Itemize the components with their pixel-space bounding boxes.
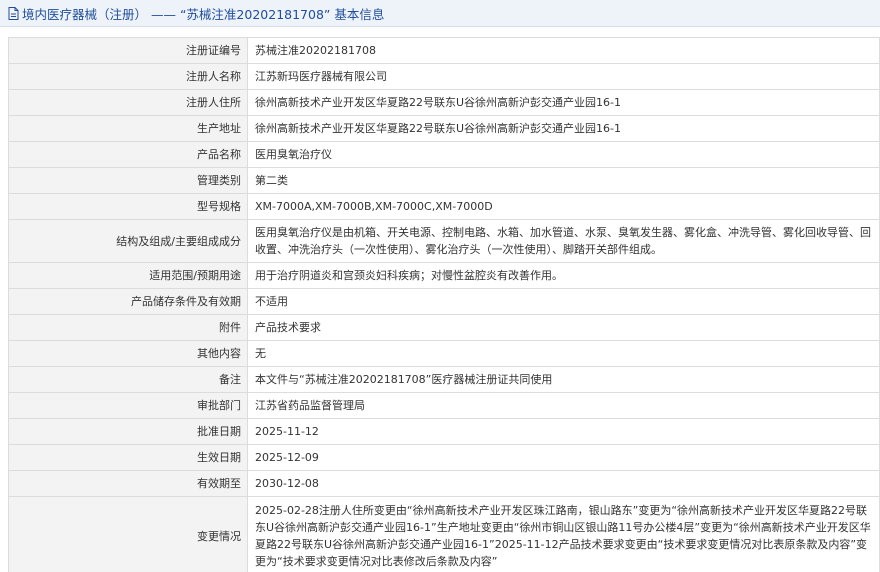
field-label: 其他内容 bbox=[8, 340, 248, 367]
field-value: 2025-12-09 bbox=[247, 444, 880, 471]
table-row: 型号规格 XM-7000A,XM-7000B,XM-7000C,XM-7000D bbox=[8, 193, 880, 220]
table-row: 生效日期 2025-12-09 bbox=[8, 444, 880, 471]
table-row: 产品名称 医用臭氧治疗仪 bbox=[8, 141, 880, 168]
field-label: 结构及组成/主要组成成分 bbox=[8, 219, 248, 263]
field-value: 2025-11-12 bbox=[247, 418, 880, 445]
field-value: 徐州高新技术产业开发区华夏路22号联东U谷徐州高新沪彭交通产业园16-1 bbox=[247, 89, 880, 116]
field-value: 2025-02-28注册人住所变更由“徐州高新技术产业开发区珠江路南，银山路东”… bbox=[247, 496, 880, 572]
table-row: 适用范围/预期用途 用于治疗阴道炎和宫颈炎妇科疾病；对慢性盆腔炎有改善作用。 bbox=[8, 262, 880, 289]
table-row: 注册人名称 江苏新玛医疗器械有限公司 bbox=[8, 63, 880, 90]
table-row: 结构及组成/主要组成成分 医用臭氧治疗仪是由机箱、开关电源、控制电路、水箱、加水管… bbox=[8, 219, 880, 263]
field-label: 审批部门 bbox=[8, 392, 248, 419]
field-value: 江苏新玛医疗器械有限公司 bbox=[247, 63, 880, 90]
table-row: 管理类别 第二类 bbox=[8, 167, 880, 194]
field-label: 备注 bbox=[8, 366, 248, 393]
table-row: 注册人住所 徐州高新技术产业开发区华夏路22号联东U谷徐州高新沪彭交通产业园16-… bbox=[8, 89, 880, 116]
table-row: 其他内容无 bbox=[8, 340, 880, 367]
field-label: 生效日期 bbox=[8, 444, 248, 471]
field-label: 有效期至 bbox=[8, 470, 248, 497]
field-label: 批准日期 bbox=[8, 418, 248, 445]
field-label: 变更情况 bbox=[8, 496, 248, 572]
table-row: 批准日期 2025-11-12 bbox=[8, 418, 880, 445]
table-row: 变更情况 2025-02-28注册人住所变更由“徐州高新技术产业开发区珠江路南，银… bbox=[8, 496, 880, 572]
registration-info-table: 注册证编号 苏械注准20202181708 注册人名称 江苏新玛医疗器械有限公司 注册人… bbox=[8, 37, 880, 572]
field-label: 管理类别 bbox=[8, 167, 248, 194]
field-value: 产品技术要求 bbox=[247, 314, 880, 341]
table-row: 注册证编号 苏械注准20202181708 bbox=[8, 37, 880, 64]
field-label: 型号规格 bbox=[8, 193, 248, 220]
field-label: 注册人名称 bbox=[8, 63, 248, 90]
table-row: 有效期至 2030-12-08 bbox=[8, 470, 880, 497]
field-value: 2030-12-08 bbox=[247, 470, 880, 497]
field-label: 附件 bbox=[8, 314, 248, 341]
document-icon bbox=[8, 6, 19, 20]
field-label: 注册证编号 bbox=[8, 37, 248, 64]
table-row: 产品储存条件及有效期 不适用 bbox=[8, 288, 880, 315]
field-value: 江苏省药品监督管理局 bbox=[247, 392, 880, 419]
table-row: 附件 产品技术要求 bbox=[8, 314, 880, 341]
field-value: 无 bbox=[247, 340, 880, 367]
field-label: 注册人住所 bbox=[8, 89, 248, 116]
field-value: 本文件与“苏械注准20202181708”医疗器械注册证共同使用 bbox=[247, 366, 880, 393]
field-value: 苏械注准20202181708 bbox=[247, 37, 880, 64]
field-label: 生产地址 bbox=[8, 115, 248, 142]
page-title: 境内医疗器械（注册） —— “苏械注准20202181708” 基本信息 bbox=[22, 6, 385, 22]
table-row: 生产地址 徐州高新技术产业开发区华夏路22号联东U谷徐州高新沪彭交通产业园16-1 bbox=[8, 115, 880, 142]
field-value: 徐州高新技术产业开发区华夏路22号联东U谷徐州高新沪彭交通产业园16-1 bbox=[247, 115, 880, 142]
field-value: 第二类 bbox=[247, 167, 880, 194]
field-value: 医用臭氧治疗仪 bbox=[247, 141, 880, 168]
field-value: 不适用 bbox=[247, 288, 880, 315]
field-value: XM-7000A,XM-7000B,XM-7000C,XM-7000D bbox=[247, 193, 880, 220]
table-row: 审批部门 江苏省药品监督管理局 bbox=[8, 392, 880, 419]
field-label: 适用范围/预期用途 bbox=[8, 262, 248, 289]
field-value: 用于治疗阴道炎和宫颈炎妇科疾病；对慢性盆腔炎有改善作用。 bbox=[247, 262, 880, 289]
field-value: 医用臭氧治疗仪是由机箱、开关电源、控制电路、水箱、加水管道、水泵、臭氧发生器、雾… bbox=[247, 219, 880, 263]
field-label: 产品名称 bbox=[8, 141, 248, 168]
page-header: 境内医疗器械（注册） —— “苏械注准20202181708” 基本信息 bbox=[0, 0, 880, 27]
table-row: 备注 本文件与“苏械注准20202181708”医疗器械注册证共同使用 bbox=[8, 366, 880, 393]
field-label: 产品储存条件及有效期 bbox=[8, 288, 248, 315]
